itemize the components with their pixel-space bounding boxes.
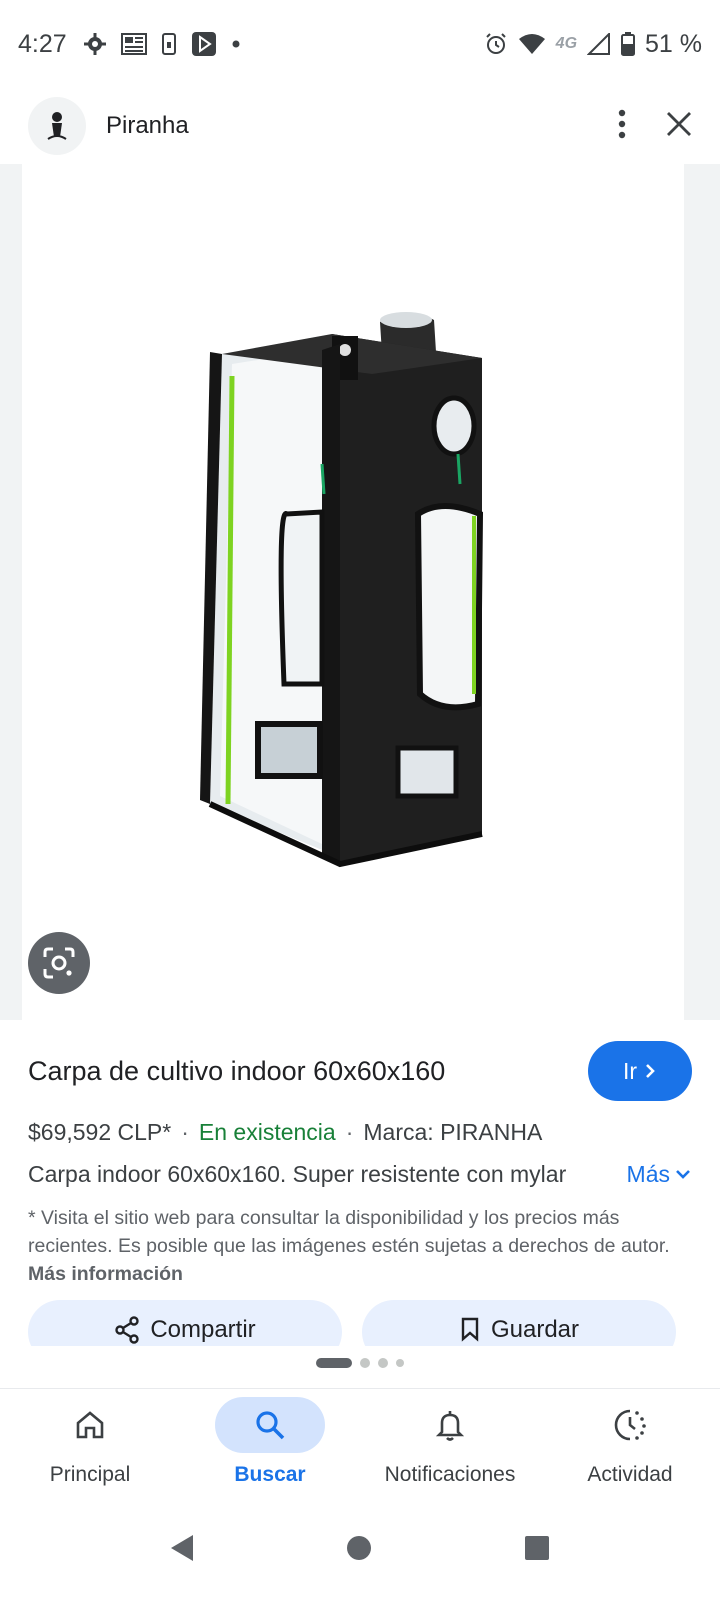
site-name[interactable]: Piranha: [106, 112, 189, 140]
separator-dot: ·: [345, 1118, 354, 1145]
nav-label: Buscar: [234, 1463, 306, 1486]
bottom-navigation: Principal Buscar Notificaciones Activida…: [0, 1388, 720, 1500]
more-options-icon[interactable]: [618, 109, 626, 144]
bell-icon: [435, 1411, 465, 1441]
search-icon: [256, 1411, 285, 1440]
go-button[interactable]: Ir: [588, 1041, 692, 1101]
close-icon[interactable]: [666, 111, 692, 142]
page-indicator: [0, 1358, 720, 1368]
action-buttons: Compartir Guardar: [28, 1300, 676, 1346]
activity-icon: [614, 1409, 646, 1441]
nav-notificaciones[interactable]: Notificaciones: [360, 1389, 540, 1500]
share-label: Compartir: [150, 1316, 256, 1343]
home-icon: [76, 1411, 104, 1439]
disclaimer-text: * Visita el sitio web para consultar la …: [28, 1207, 670, 1257]
result-header: Piranha: [0, 88, 720, 164]
more-label: Más: [626, 1160, 670, 1187]
system-navigation: [0, 1500, 720, 1600]
home-button-icon[interactable]: [345, 1534, 373, 1567]
more-button[interactable]: Más: [627, 1161, 692, 1188]
separator-dot: ·: [181, 1118, 189, 1145]
availability-status: En existencia: [198, 1118, 336, 1145]
news-icon: [120, 32, 147, 56]
phone-icon: [161, 32, 177, 56]
lens-search-button[interactable]: [28, 932, 90, 994]
product-image[interactable]: [22, 164, 684, 1020]
battery-icon: [621, 32, 636, 56]
save-button[interactable]: Guardar: [362, 1300, 676, 1346]
status-time: 4:27: [18, 29, 67, 58]
play-store-icon: [191, 31, 217, 57]
nav-label: Notificaciones: [384, 1463, 516, 1486]
share-button[interactable]: Compartir: [28, 1300, 342, 1346]
page-dot-active: [316, 1358, 352, 1368]
grow-tent-illustration: [200, 312, 484, 868]
share-icon: [115, 1316, 140, 1344]
image-edge-left: [0, 164, 22, 1020]
nav-label: Actividad: [587, 1463, 673, 1486]
chevron-down-icon: [676, 1170, 690, 1179]
lens-icon: [43, 947, 75, 979]
alarm-icon: [484, 32, 508, 56]
go-label: Ir: [622, 1057, 638, 1084]
recents-icon[interactable]: [523, 1534, 551, 1567]
disclaimer: * Visita el sitio web para consultar la …: [28, 1204, 678, 1288]
battery-percent: 51 %: [645, 29, 702, 58]
bookmark-icon: [461, 1317, 479, 1342]
network-type: 4G: [555, 35, 578, 52]
site-logo[interactable]: [28, 97, 86, 155]
product-info: Carpa de cultivo indoor 60x60x160 Ir $69…: [28, 1036, 692, 1288]
status-bar: 4:27 4G 51 %: [0, 0, 720, 88]
nav-buscar[interactable]: Buscar: [180, 1389, 360, 1500]
page-dot: [378, 1358, 388, 1368]
product-description: Carpa indoor 60x60x160. Super resistente…: [28, 1160, 567, 1187]
more-info-link[interactable]: Más información: [28, 1263, 183, 1285]
wifi-icon: [518, 33, 546, 55]
page-dot: [360, 1358, 370, 1368]
signal-icon: [587, 33, 611, 55]
image-edge-right: [684, 164, 720, 1020]
price: $69,592 CLP*: [28, 1118, 172, 1145]
nav-actividad[interactable]: Actividad: [540, 1389, 720, 1500]
save-label: Guardar: [490, 1316, 580, 1343]
brand: Marca: PIRANHA: [363, 1118, 543, 1145]
page-dot: [396, 1359, 404, 1367]
product-title: Carpa de cultivo indoor 60x60x160: [28, 1055, 446, 1086]
more-notifications-icon: [231, 39, 241, 49]
chevron-right-icon: [646, 1064, 655, 1078]
settings-icon: [83, 32, 107, 56]
back-icon[interactable]: [169, 1533, 195, 1568]
nav-label: Principal: [49, 1463, 131, 1486]
nav-principal[interactable]: Principal: [0, 1389, 180, 1500]
